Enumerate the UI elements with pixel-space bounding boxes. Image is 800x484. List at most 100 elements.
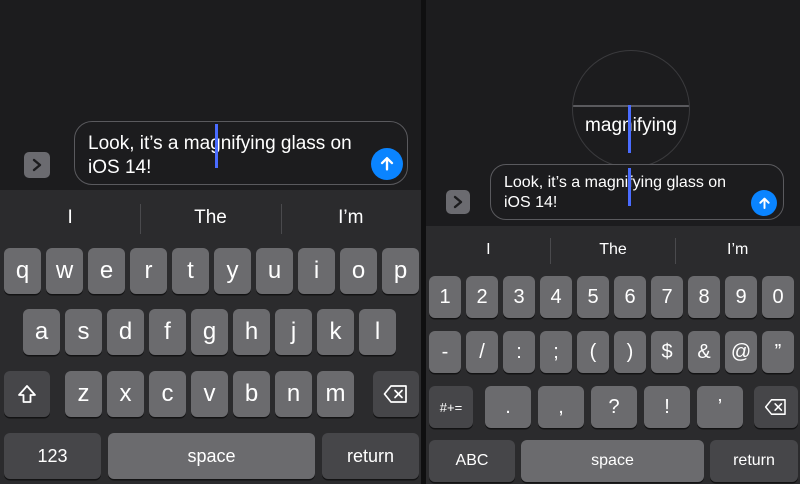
key-i[interactable]: i <box>298 248 335 294</box>
key-j[interactable]: j <box>275 309 312 355</box>
keyboard-numbers: I The I’m 1 2 3 4 5 6 7 8 9 0 - / : ; ( … <box>426 226 800 484</box>
delete-icon <box>764 399 786 415</box>
key-quote[interactable]: ” <box>762 331 794 373</box>
key-period[interactable]: . <box>485 386 531 428</box>
key-h[interactable]: h <box>233 309 270 355</box>
magnifier-text: magnifying <box>573 115 689 137</box>
delete-icon <box>383 385 407 403</box>
expand-apps-button[interactable] <box>24 152 50 178</box>
left-panel: Look, it’s a magnifying glass on iOS 14! … <box>0 0 421 484</box>
text-cursor[interactable] <box>628 168 631 206</box>
key-colon[interactable]: : <box>503 331 535 373</box>
key-1[interactable]: 1 <box>429 276 461 318</box>
key-t[interactable]: t <box>172 248 209 294</box>
shift-key[interactable] <box>4 371 50 417</box>
key-ampersand[interactable]: & <box>688 331 720 373</box>
message-text: Look, it’s a magnifying glass on iOS 14! <box>504 173 726 213</box>
key-8[interactable]: 8 <box>688 276 720 318</box>
right-panel: magnifying Look, it’s a magnifying glass… <box>426 0 800 484</box>
key-y[interactable]: y <box>214 248 251 294</box>
key-p[interactable]: p <box>382 248 419 294</box>
key-u[interactable]: u <box>256 248 293 294</box>
delete-key[interactable] <box>754 386 798 428</box>
message-text: Look, it’s a magnifying glass on iOS 14! <box>88 132 352 180</box>
key-z[interactable]: z <box>65 371 102 417</box>
return-key[interactable]: return <box>710 440 798 482</box>
key-l[interactable]: l <box>359 309 396 355</box>
chevron-right-icon <box>453 195 463 209</box>
magnifier-bubble-edge <box>573 105 689 107</box>
suggestion-divider <box>675 238 676 264</box>
message-input[interactable]: Look, it’s a magnifying glass on iOS 14! <box>490 164 784 220</box>
key-w[interactable]: w <box>46 248 83 294</box>
message-input[interactable]: Look, it’s a magnifying glass on iOS 14! <box>74 121 408 185</box>
key-question[interactable]: ? <box>591 386 637 428</box>
suggestion-2[interactable]: The <box>140 196 280 240</box>
space-key[interactable]: space <box>108 433 315 479</box>
key-b[interactable]: b <box>233 371 270 417</box>
key-comma[interactable]: , <box>538 386 584 428</box>
return-key[interactable]: return <box>322 433 419 479</box>
suggestion-1[interactable]: I <box>426 230 551 270</box>
send-button[interactable] <box>371 148 403 180</box>
message-line-2: iOS 14! <box>504 194 558 211</box>
suggestion-2[interactable]: The <box>551 230 676 270</box>
suggestion-3[interactable]: I’m <box>675 230 800 270</box>
key-open-paren[interactable]: ( <box>577 331 609 373</box>
key-semicolon[interactable]: ; <box>540 331 572 373</box>
key-n[interactable]: n <box>275 371 312 417</box>
key-0[interactable]: 0 <box>762 276 794 318</box>
suggestion-3[interactable]: I’m <box>281 196 421 240</box>
numbers-key[interactable]: 123 <box>4 433 101 479</box>
expand-apps-button[interactable] <box>446 190 470 214</box>
arrow-up-icon <box>758 197 770 209</box>
key-m[interactable]: m <box>317 371 354 417</box>
key-apostrophe[interactable]: ’ <box>697 386 743 428</box>
key-q[interactable]: q <box>4 248 41 294</box>
key-c[interactable]: c <box>149 371 186 417</box>
key-hyphen[interactable]: - <box>429 331 461 373</box>
key-2[interactable]: 2 <box>466 276 498 318</box>
key-at[interactable]: @ <box>725 331 757 373</box>
arrow-up-icon <box>380 156 394 171</box>
chevron-right-icon <box>32 158 42 172</box>
key-7[interactable]: 7 <box>651 276 683 318</box>
message-line-2: iOS 14! <box>88 157 152 178</box>
key-o[interactable]: o <box>340 248 377 294</box>
suggestion-divider <box>140 204 141 234</box>
key-exclamation[interactable]: ! <box>644 386 690 428</box>
space-key[interactable]: space <box>521 440 704 482</box>
key-slash[interactable]: / <box>466 331 498 373</box>
key-a[interactable]: a <box>23 309 60 355</box>
key-9[interactable]: 9 <box>725 276 757 318</box>
text-magnifier-loupe: magnifying <box>572 50 690 168</box>
key-v[interactable]: v <box>191 371 228 417</box>
key-close-paren[interactable]: ) <box>614 331 646 373</box>
key-4[interactable]: 4 <box>540 276 572 318</box>
key-f[interactable]: f <box>149 309 186 355</box>
suggestion-divider <box>550 238 551 264</box>
key-3[interactable]: 3 <box>503 276 535 318</box>
delete-key[interactable] <box>373 371 419 417</box>
suggestion-1[interactable]: I <box>0 196 140 240</box>
send-button[interactable] <box>751 190 777 216</box>
magnifier-cursor <box>628 105 631 153</box>
key-5[interactable]: 5 <box>577 276 609 318</box>
abc-key[interactable]: ABC <box>429 440 515 482</box>
key-s[interactable]: s <box>65 309 102 355</box>
key-g[interactable]: g <box>191 309 228 355</box>
message-line-1: Look, it’s a magnifying glass on <box>88 133 352 154</box>
key-dollar[interactable]: $ <box>651 331 683 373</box>
suggestion-divider <box>281 204 282 234</box>
key-e[interactable]: e <box>88 248 125 294</box>
message-line-1: Look, it’s a magnifying glass on <box>504 174 727 191</box>
key-r[interactable]: r <box>130 248 167 294</box>
key-k[interactable]: k <box>317 309 354 355</box>
text-cursor[interactable] <box>215 124 218 168</box>
predictive-bar: I The I’m <box>0 196 421 240</box>
predictive-bar: I The I’m <box>426 230 800 270</box>
symbols-key[interactable]: #+= <box>429 386 473 428</box>
key-6[interactable]: 6 <box>614 276 646 318</box>
key-x[interactable]: x <box>107 371 144 417</box>
key-d[interactable]: d <box>107 309 144 355</box>
